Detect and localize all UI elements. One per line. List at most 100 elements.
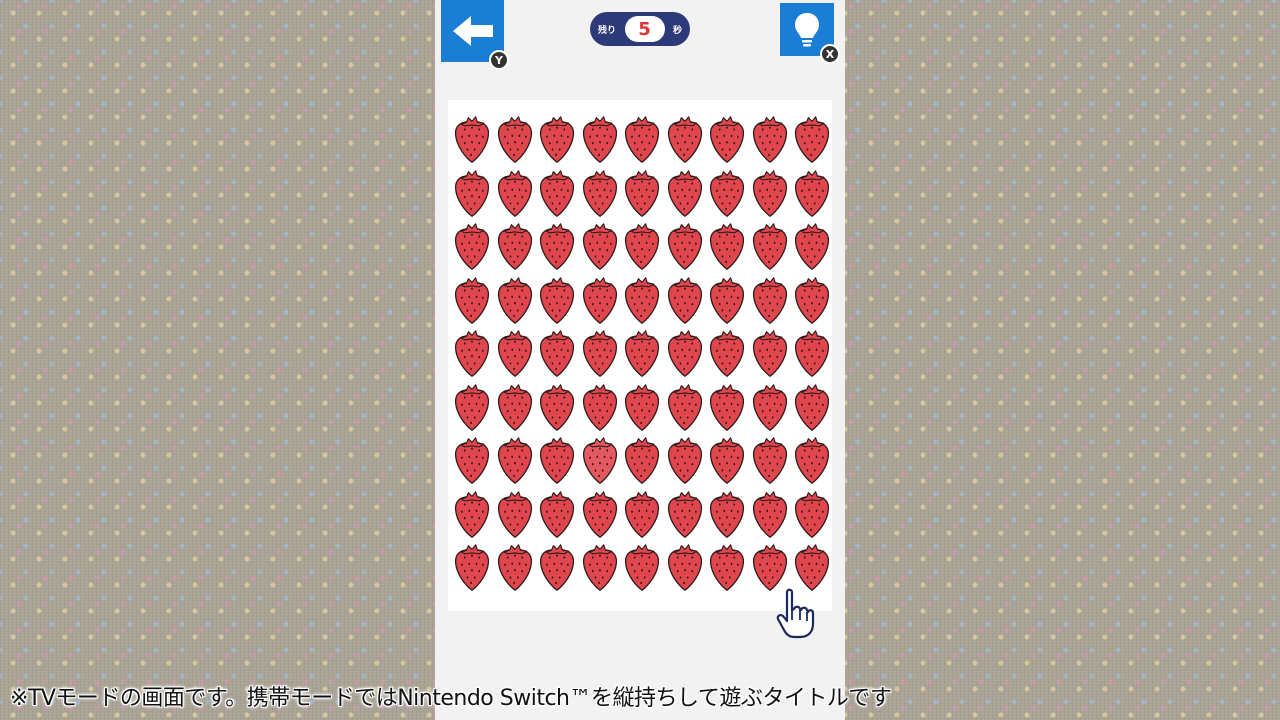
strawberry-cell[interactable] [451,220,494,274]
strawberry-icon [625,330,660,378]
strawberry-cell[interactable] [749,274,792,328]
strawberry-cell[interactable] [451,274,494,328]
strawberry-cell[interactable] [579,541,622,595]
strawberry-cell[interactable] [536,381,579,435]
strawberry-cell[interactable] [791,220,834,274]
caption-text: ※TVモードの画面です。携帯モードではNintendo Switch™を縦持ちし… [10,686,892,711]
strawberry-cell[interactable] [791,434,834,488]
strawberry-icon [710,116,745,164]
strawberry-cell[interactable] [451,113,494,167]
strawberry-cell[interactable] [706,381,749,435]
strawberry-cell[interactable] [706,541,749,595]
strawberry-icon [752,169,787,217]
strawberry-icon [667,330,702,378]
strawberry-cell[interactable] [706,327,749,381]
strawberry-cell[interactable] [664,488,707,542]
strawberry-cell[interactable] [706,167,749,221]
strawberry-cell[interactable] [536,541,579,595]
strawberry-cell[interactable] [749,220,792,274]
strawberry-cell[interactable] [664,167,707,221]
strawberry-cell[interactable] [664,113,707,167]
strawberry-icon [497,544,532,592]
strawberry-icon [667,490,702,538]
strawberry-cell[interactable] [749,488,792,542]
strawberry-icon [540,223,575,271]
strawberry-cell[interactable] [536,220,579,274]
strawberry-cell[interactable] [621,113,664,167]
strawberry-cell[interactable] [621,327,664,381]
strawberry-cell[interactable] [706,113,749,167]
strawberry-cell[interactable] [749,113,792,167]
strawberry-cell[interactable] [749,381,792,435]
strawberry-cell[interactable] [749,434,792,488]
strawberry-cell[interactable] [494,113,537,167]
strawberry-cell[interactable] [451,327,494,381]
strawberry-cell[interactable] [536,434,579,488]
strawberry-cell[interactable] [579,488,622,542]
strawberry-cell[interactable] [664,327,707,381]
strawberry-icon [540,116,575,164]
strawberry-cell[interactable] [664,434,707,488]
strawberry-cell[interactable] [579,434,622,488]
strawberry-cell[interactable] [494,488,537,542]
strawberry-cell[interactable] [706,274,749,328]
strawberry-icon [582,544,617,592]
strawberry-cell[interactable] [451,434,494,488]
strawberry-cell[interactable] [621,434,664,488]
strawberry-cell[interactable] [621,381,664,435]
strawberry-cell[interactable] [451,488,494,542]
strawberry-cell[interactable] [621,488,664,542]
strawberry-cell[interactable] [621,541,664,595]
strawberry-cell[interactable] [494,381,537,435]
strawberry-icon [582,383,617,431]
strawberry-cell[interactable] [494,541,537,595]
strawberry-cell[interactable] [579,113,622,167]
strawberry-cell[interactable] [579,327,622,381]
strawberry-cell[interactable] [621,167,664,221]
strawberry-icon [540,437,575,485]
strawberry-cell[interactable] [451,541,494,595]
strawberry-cell[interactable] [536,274,579,328]
strawberry-cell[interactable] [791,274,834,328]
strawberry-icon [455,276,490,324]
arrow-left-icon [452,16,493,46]
strawberry-cell[interactable] [494,434,537,488]
strawberry-cell[interactable] [664,381,707,435]
strawberry-icon [625,116,660,164]
strawberry-icon [795,223,830,271]
strawberry-cell[interactable] [451,381,494,435]
strawberry-cell[interactable] [664,274,707,328]
strawberry-icon [710,490,745,538]
strawberry-cell[interactable] [579,220,622,274]
strawberry-cell[interactable] [494,167,537,221]
strawberry-cell[interactable] [579,167,622,221]
strawberry-cell[interactable] [664,220,707,274]
strawberry-cell[interactable] [791,113,834,167]
strawberry-cell[interactable] [749,541,792,595]
strawberry-cell[interactable] [579,381,622,435]
strawberry-cell[interactable] [749,327,792,381]
strawberry-cell[interactable] [706,488,749,542]
strawberry-cell[interactable] [791,327,834,381]
strawberry-cell[interactable] [579,274,622,328]
strawberry-cell[interactable] [791,167,834,221]
strawberry-icon [710,383,745,431]
strawberry-cell[interactable] [621,220,664,274]
strawberry-cell[interactable] [664,541,707,595]
strawberry-icon [497,276,532,324]
strawberry-cell[interactable] [706,220,749,274]
strawberry-cell[interactable] [536,113,579,167]
strawberry-cell[interactable] [706,434,749,488]
strawberry-cell[interactable] [451,167,494,221]
strawberry-cell[interactable] [494,274,537,328]
strawberry-cell[interactable] [621,274,664,328]
strawberry-cell[interactable] [749,167,792,221]
strawberry-cell[interactable] [791,381,834,435]
strawberry-cell[interactable] [494,220,537,274]
strawberry-cell[interactable] [791,541,834,595]
strawberry-cell[interactable] [494,327,537,381]
strawberry-cell[interactable] [791,488,834,542]
strawberry-cell[interactable] [536,327,579,381]
strawberry-cell[interactable] [536,167,579,221]
strawberry-cell[interactable] [536,488,579,542]
